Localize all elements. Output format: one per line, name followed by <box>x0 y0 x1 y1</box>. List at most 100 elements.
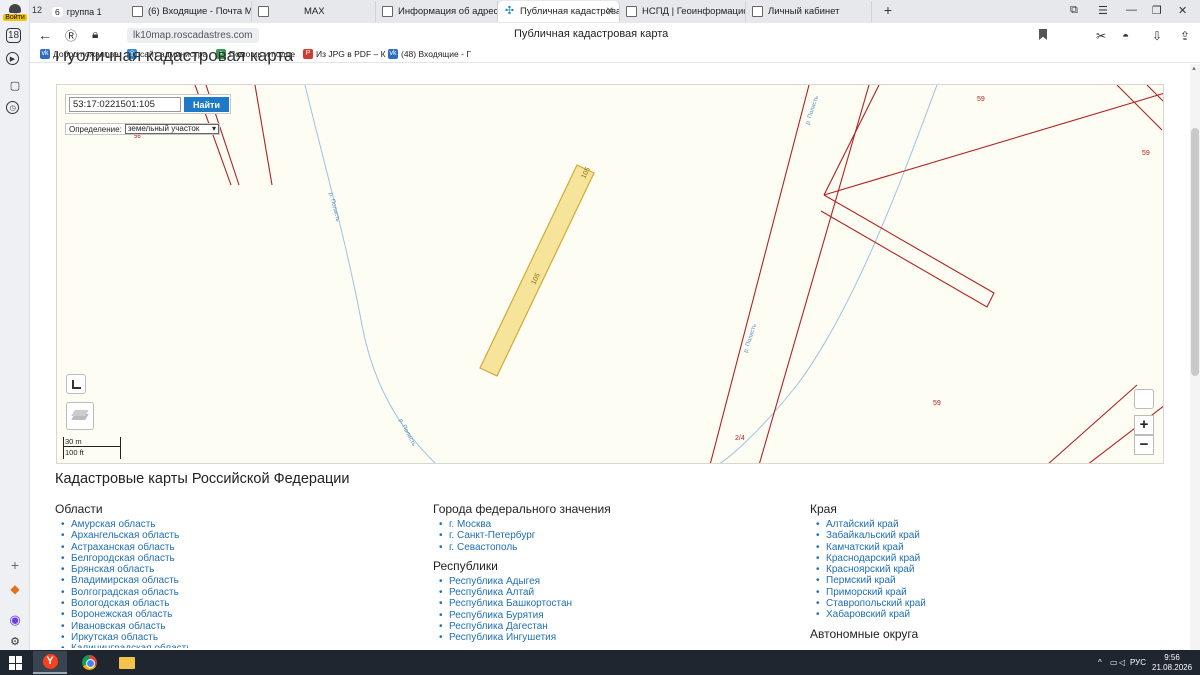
history-icon[interactable]: ◷ <box>6 101 19 114</box>
krai-link[interactable]: Забайкальский край <box>816 530 926 542</box>
layers-button[interactable] <box>66 402 94 430</box>
krai-link[interactable]: Алтайский край <box>816 519 926 531</box>
city-link[interactable]: г. Санкт-Петербург <box>439 530 611 542</box>
back-icon[interactable]: ← <box>38 27 52 43</box>
tab-menu-icon[interactable]: ⧉ <box>1070 4 1078 17</box>
region-link[interactable]: Владимирская область <box>61 575 191 587</box>
republic-link[interactable]: Республика Бурятия <box>439 610 611 622</box>
share-icon[interactable]: ⇪ <box>1180 29 1190 43</box>
republic-link[interactable]: Республика Адыгея <box>439 576 611 588</box>
tab-mail[interactable]: (6) Входящие - Почта Ма <box>126 1 252 22</box>
krai-link[interactable]: Красноярский край <box>816 564 926 576</box>
parcel-number: 59 <box>933 400 941 407</box>
bookmark-item[interactable]: P Из JPG в PDF – К <box>303 49 386 59</box>
find-button[interactable]: Найти <box>184 97 229 112</box>
tab-nspd[interactable]: НСПД | Геоинформацион <box>620 1 746 22</box>
close-window-icon[interactable]: ✕ <box>1178 4 1187 17</box>
republic-link[interactable]: Республика Алтай <box>439 587 611 599</box>
region-link[interactable]: Белгородская область <box>61 553 191 565</box>
cadastral-map[interactable]: 105 105 р. Полисть р. Полисть р. Полисть… <box>56 84 1164 464</box>
network-icon[interactable]: ▭ <box>1110 658 1118 667</box>
bookmark-icon[interactable] <box>1039 29 1047 40</box>
republic-link[interactable]: Республика Башкортостан <box>439 598 611 610</box>
date: 21.08.2026 <box>1152 663 1193 672</box>
minimize-icon[interactable]: — <box>1126 4 1137 16</box>
profile-icon[interactable]: ◓ <box>1122 29 1129 43</box>
settings-icon[interactable]: ⚙ <box>6 632 24 650</box>
tab-cabinet[interactable]: Личный кабинет <box>746 1 872 22</box>
sidebar-counter[interactable]: 18 <box>6 28 21 43</box>
volume-icon[interactable]: ◁ <box>1119 658 1125 667</box>
language-indicator[interactable]: РУС <box>1130 658 1146 667</box>
krai-link[interactable]: Хабаровский край <box>816 609 926 621</box>
region-link[interactable]: Брянская область <box>61 564 191 576</box>
page-title: Публичная кадастровая карта <box>514 28 669 40</box>
scale-tick <box>63 437 64 459</box>
zoom-out-button[interactable]: − <box>1134 435 1154 455</box>
region-link[interactable]: Калининградская область <box>61 643 191 648</box>
protect-icon[interactable]: Ⓡ <box>65 27 77 44</box>
close-icon[interactable]: ✕ <box>606 6 614 17</box>
alice-icon[interactable]: ◉ <box>6 611 24 629</box>
menu-icon[interactable]: ☰ <box>1098 4 1108 17</box>
tab-cadastral-map[interactable]: ✣ Публичная кадастровая ✕ <box>498 1 620 22</box>
restore-icon[interactable]: ❐ <box>1152 4 1162 17</box>
krai-link[interactable]: Краснодарский край <box>816 553 926 565</box>
republic-link[interactable]: Республика Дагестан <box>439 621 611 633</box>
krai-link[interactable]: Ставропольский край <box>816 598 926 610</box>
region-link[interactable]: Астраханская область <box>61 542 191 554</box>
tab-address-info[interactable]: Информация об адресе <box>376 1 498 22</box>
taskbar-explorer[interactable] <box>110 651 144 674</box>
taskbar-yandex-browser[interactable]: Y <box>33 651 67 674</box>
lock-icon[interactable]: 🔒︎ <box>92 27 98 42</box>
region-link[interactable]: Вологодская область <box>61 598 191 610</box>
region-link[interactable]: Архангельская область <box>61 530 191 542</box>
krai-link[interactable]: Камчатский край <box>816 542 926 554</box>
definition-select[interactable]: земельный участок <box>124 124 219 134</box>
clock[interactable]: 9:56 21.08.2026 <box>1152 653 1192 673</box>
bookmark-item[interactable]: vk (48) Входящие - Г <box>388 49 471 59</box>
map-icon: ✣ <box>504 5 515 17</box>
extension-icon[interactable]: ✂ <box>1096 29 1106 43</box>
region-link[interactable]: Иркутская область <box>61 632 191 644</box>
map-canvas[interactable]: 105 105 р. Полисть р. Полисть р. Полисть… <box>57 85 1164 464</box>
scale-bar: 30 m 100 ft <box>63 437 121 459</box>
parcel-border <box>1048 384 1138 463</box>
cadastral-number-input[interactable] <box>69 97 181 112</box>
market-icon[interactable]: ◆ <box>6 580 24 598</box>
krai-link[interactable]: Пермский край <box>816 575 926 587</box>
city-link[interactable]: г. Москва <box>439 519 611 531</box>
krai-link[interactable]: Приморский край <box>816 587 926 599</box>
tab-max[interactable]: MAX <box>252 1 376 22</box>
play-icon[interactable]: ▶ <box>6 52 19 65</box>
city-link[interactable]: г. Севастополь <box>439 542 611 554</box>
parcel-border <box>759 85 870 463</box>
region-link[interactable]: Ивановская область <box>61 621 191 633</box>
parcel-border <box>1116 85 1163 131</box>
login-button[interactable]: Войти <box>3 2 27 22</box>
tray-arrow-icon[interactable]: ^ <box>1098 658 1102 667</box>
taskbar-chrome[interactable] <box>72 651 106 674</box>
selected-parcel[interactable] <box>479 164 595 377</box>
fullscreen-button[interactable] <box>66 374 86 394</box>
region-link[interactable]: Амурская область <box>61 519 191 531</box>
url-field[interactable]: lk10map.roscadastres.com <box>127 28 259 43</box>
new-tab-button[interactable]: + <box>880 3 896 19</box>
vk-icon: vk <box>40 49 50 59</box>
tab-group[interactable]: 6 группа 1 <box>52 4 128 19</box>
republic-link[interactable]: Республика Ингушетия <box>439 632 611 644</box>
start-button[interactable] <box>9 656 23 670</box>
message-icon[interactable]: ▢ <box>6 76 24 94</box>
tab-count[interactable]: 12 <box>32 5 42 15</box>
map-option-button[interactable] <box>1134 389 1154 409</box>
download-icon[interactable]: ⇩ <box>1152 29 1162 43</box>
region-link[interactable]: Волгоградская область <box>61 587 191 599</box>
river-label: р. Полисть <box>327 192 341 222</box>
scrollbar-thumb[interactable] <box>1191 128 1199 376</box>
zoom-in-button[interactable]: + <box>1134 415 1154 435</box>
scroll-up-icon[interactable]: ▲ <box>1191 66 1197 72</box>
page-icon <box>258 6 269 17</box>
add-icon[interactable]: + <box>6 556 24 574</box>
region-link[interactable]: Воронежская область <box>61 609 191 621</box>
windows-icon <box>16 656 22 663</box>
